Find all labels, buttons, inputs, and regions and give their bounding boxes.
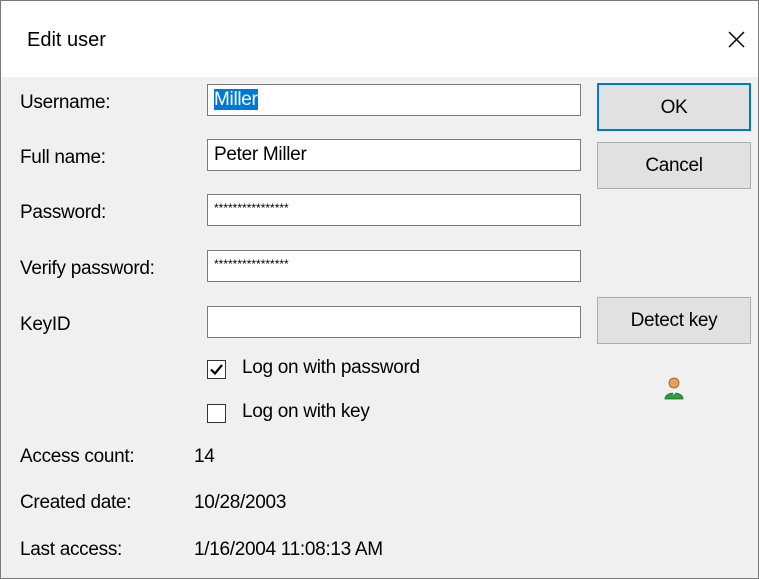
created-date-value: 10/28/2003	[194, 492, 287, 513]
access-count-label: Access count:	[20, 446, 135, 467]
verify-password-label: Verify password:	[20, 258, 155, 279]
close-icon[interactable]	[718, 21, 754, 57]
last-access-label: Last access:	[20, 539, 123, 560]
username-label: Username:	[20, 92, 111, 113]
logon-password-checkbox[interactable]	[207, 360, 226, 379]
access-count-value: 14	[194, 446, 215, 467]
ok-button[interactable]: OK	[597, 83, 751, 131]
dialog-title: Edit user	[27, 29, 106, 51]
user-icon	[662, 376, 686, 400]
logon-key-label[interactable]: Log on with key	[242, 401, 370, 423]
checkmark-icon	[210, 364, 223, 376]
password-label: Password:	[20, 202, 107, 223]
created-date-label: Created date:	[20, 492, 132, 513]
edit-user-dialog: Edit user Username: Miller Full name: Pe…	[0, 0, 759, 579]
fullname-input[interactable]: Peter Miller	[207, 139, 581, 171]
title-bar: Edit user	[1, 1, 758, 77]
username-input[interactable]: Miller	[207, 84, 581, 116]
password-value: ****************	[214, 201, 289, 215]
verify-password-input[interactable]: ****************	[207, 250, 581, 282]
keyid-label: KeyID	[20, 314, 71, 335]
logon-key-checkbox[interactable]	[207, 404, 226, 423]
verify-password-value: ****************	[214, 257, 289, 271]
logon-password-label[interactable]: Log on with password	[242, 357, 420, 379]
username-value: Miller	[214, 89, 258, 110]
password-input[interactable]: ****************	[207, 194, 581, 226]
fullname-label: Full name:	[20, 147, 106, 168]
keyid-input[interactable]	[207, 306, 581, 338]
cancel-button[interactable]: Cancel	[597, 142, 751, 189]
fullname-value: Peter Miller	[214, 144, 307, 165]
detect-key-button[interactable]: Detect key	[597, 297, 751, 344]
last-access-value: 1/16/2004 11:08:13 AM	[194, 539, 383, 560]
